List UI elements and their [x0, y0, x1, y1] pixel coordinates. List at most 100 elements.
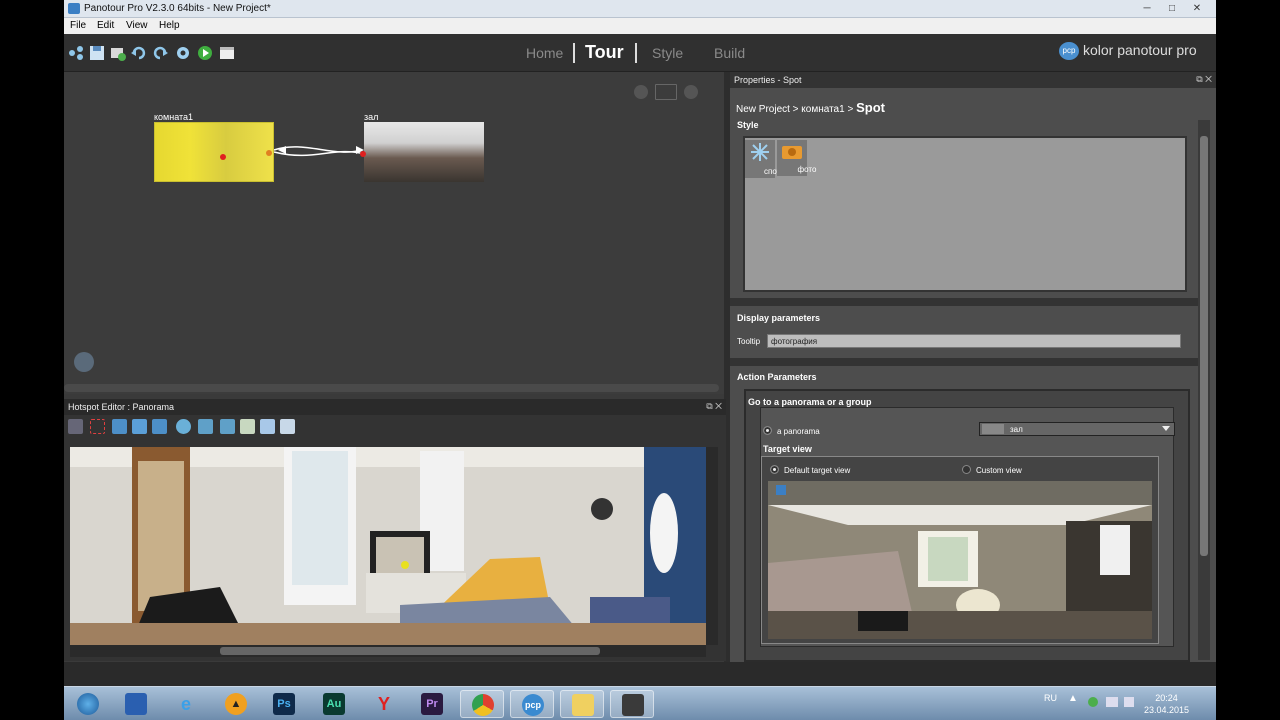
- add-arrow-icon[interactable]: [220, 419, 235, 434]
- add-image-icon[interactable]: [240, 419, 255, 434]
- title-bar: Panotour Pro V2.3.0 64bits - New Project…: [64, 0, 1216, 18]
- default-view-radio[interactable]: [770, 465, 779, 474]
- panorama-radio[interactable]: [763, 426, 772, 435]
- action-subheading: Go to a panorama or a group: [748, 397, 872, 407]
- close-panel-icon[interactable]: ✕: [715, 401, 722, 411]
- close-button[interactable]: ✕: [1186, 3, 1208, 15]
- float-panel-icon[interactable]: ⧉: [1196, 74, 1202, 84]
- hotspot-marker[interactable]: [360, 151, 366, 157]
- custom-view-radio[interactable]: [962, 465, 971, 474]
- redo-icon[interactable]: [152, 45, 168, 61]
- target-view-preview[interactable]: [768, 481, 1152, 639]
- panorama-node-zal[interactable]: зал: [360, 112, 484, 182]
- action-parameters-heading: Action Parameters: [737, 372, 817, 382]
- hotspot-marker[interactable]: [220, 154, 226, 160]
- minimize-button[interactable]: ─: [1136, 3, 1158, 15]
- mode-style[interactable]: Style: [652, 45, 683, 61]
- breadcrumb-path[interactable]: New Project > комната1 >: [736, 104, 856, 115]
- share-icon[interactable]: [68, 45, 84, 61]
- add-star-icon[interactable]: [198, 419, 213, 434]
- menu-view[interactable]: View: [126, 20, 148, 31]
- menu-help[interactable]: Help: [159, 20, 180, 31]
- export-icon[interactable]: [219, 45, 235, 61]
- taskbar-photoshop[interactable]: Ps: [262, 690, 306, 718]
- status-bar: [64, 662, 1216, 686]
- panorama-vertical-scrollbar[interactable]: [706, 447, 718, 645]
- mode-home[interactable]: Home: [526, 45, 563, 61]
- hotspot-marker[interactable]: [266, 150, 272, 156]
- taskbar-yandex-browser[interactable]: Y: [362, 690, 406, 718]
- add-point-icon[interactable]: [112, 419, 127, 434]
- menu-file[interactable]: File: [70, 20, 86, 31]
- add-photo-icon[interactable]: [280, 419, 295, 434]
- add-spot-icon[interactable]: [132, 419, 147, 434]
- windows-start-icon: [77, 693, 99, 715]
- canvas-scrollbar[interactable]: [64, 384, 719, 392]
- compass-icon[interactable]: [74, 352, 94, 372]
- tooltip-input[interactable]: [767, 334, 1181, 348]
- panorama-viewport[interactable]: [70, 447, 706, 645]
- mode-tour[interactable]: Tour: [585, 42, 624, 63]
- panorama-node-komnata1[interactable]: комната1: [154, 112, 274, 182]
- photo-icon: [782, 146, 802, 159]
- taskbar-aimp-player[interactable]: ▲: [214, 690, 258, 718]
- save-icon[interactable]: [89, 45, 105, 61]
- panorama-thumbnail: [360, 122, 484, 182]
- custom-view-label: Custom view: [976, 466, 1022, 475]
- menu-edit[interactable]: Edit: [97, 20, 114, 31]
- taskbar-file-explorer[interactable]: [560, 690, 604, 718]
- close-panel-icon[interactable]: ✕: [1205, 74, 1212, 84]
- action-box: Go to a panorama or a group a panorama з…: [744, 389, 1190, 662]
- properties-title: Properties - Spot: [734, 75, 802, 85]
- style-item-foto[interactable]: фото: [777, 140, 816, 176]
- target-view-box: Default target view Custom view: [761, 456, 1159, 644]
- windows-taskbar: e ▲ Ps Au Y Pr pcp RU ▲ 20:24 23.04.2015: [64, 686, 1216, 720]
- taskbar-save-app[interactable]: [114, 690, 158, 718]
- panorama-select[interactable]: зал: [979, 422, 1175, 436]
- taskbar-video-converter[interactable]: [610, 690, 654, 718]
- taskbar-panotour-pro[interactable]: pcp: [510, 690, 554, 718]
- panotour-icon: pcp: [522, 694, 544, 716]
- mode-separator: [635, 43, 637, 63]
- properties-header: Properties - Spot ⧉ ✕: [730, 72, 1216, 88]
- add-panorama-icon[interactable]: [110, 45, 126, 61]
- tray-status-icon[interactable]: [1088, 697, 1098, 707]
- add-circle-icon[interactable]: [176, 419, 191, 434]
- taskbar-audition[interactable]: Au: [312, 690, 356, 718]
- system-clock[interactable]: 20:24 23.04.2015: [1144, 692, 1189, 716]
- panel-buttons: ⧉ ✕: [706, 401, 722, 412]
- maximize-button[interactable]: □: [1161, 3, 1183, 15]
- language-indicator[interactable]: RU: [1044, 693, 1057, 703]
- settings-icon[interactable]: [175, 45, 191, 61]
- scroll-thumb[interactable]: [1200, 136, 1208, 556]
- mode-build[interactable]: Build: [714, 45, 745, 61]
- network-icon[interactable]: [1106, 697, 1118, 707]
- ie-icon: e: [180, 694, 191, 714]
- tray-arrow-icon[interactable]: ▲: [1068, 693, 1078, 704]
- hotspot-editor-header: Hotspot Editor : Panorama ⧉ ✕: [64, 399, 726, 415]
- style-heading: Style: [737, 120, 759, 130]
- letterbox-right: [1216, 0, 1280, 720]
- panorama-horizontal-scrollbar[interactable]: [70, 645, 706, 657]
- properties-scrollbar[interactable]: [1198, 120, 1210, 660]
- action-settings: a panorama зал Target view Default targe…: [760, 407, 1175, 647]
- window-title: Panotour Pro V2.3.0 64bits - New Project…: [84, 3, 271, 14]
- float-panel-icon[interactable]: ⧉: [706, 401, 712, 411]
- taskbar-premiere[interactable]: Pr: [410, 690, 454, 718]
- undo-icon[interactable]: [131, 45, 147, 61]
- start-button[interactable]: [66, 690, 110, 718]
- audition-icon: Au: [323, 693, 345, 715]
- clock-date: 23.04.2015: [1144, 705, 1190, 715]
- taskbar-chrome[interactable]: [460, 690, 504, 718]
- add-panel-icon[interactable]: [260, 419, 275, 434]
- add-polygon-icon[interactable]: [152, 419, 167, 434]
- volume-icon[interactable]: [1124, 697, 1134, 707]
- scroll-thumb[interactable]: [220, 647, 600, 655]
- style-item-spoty[interactable]: споты: [745, 140, 786, 178]
- play-icon[interactable]: [197, 45, 213, 61]
- tour-canvas[interactable]: комната1 зал: [64, 72, 724, 394]
- select-tool-icon[interactable]: [68, 419, 83, 434]
- panel-buttons: ⧉ ✕: [1196, 74, 1212, 85]
- taskbar-ie-browser[interactable]: e: [164, 690, 208, 718]
- rect-select-icon[interactable]: [90, 419, 105, 434]
